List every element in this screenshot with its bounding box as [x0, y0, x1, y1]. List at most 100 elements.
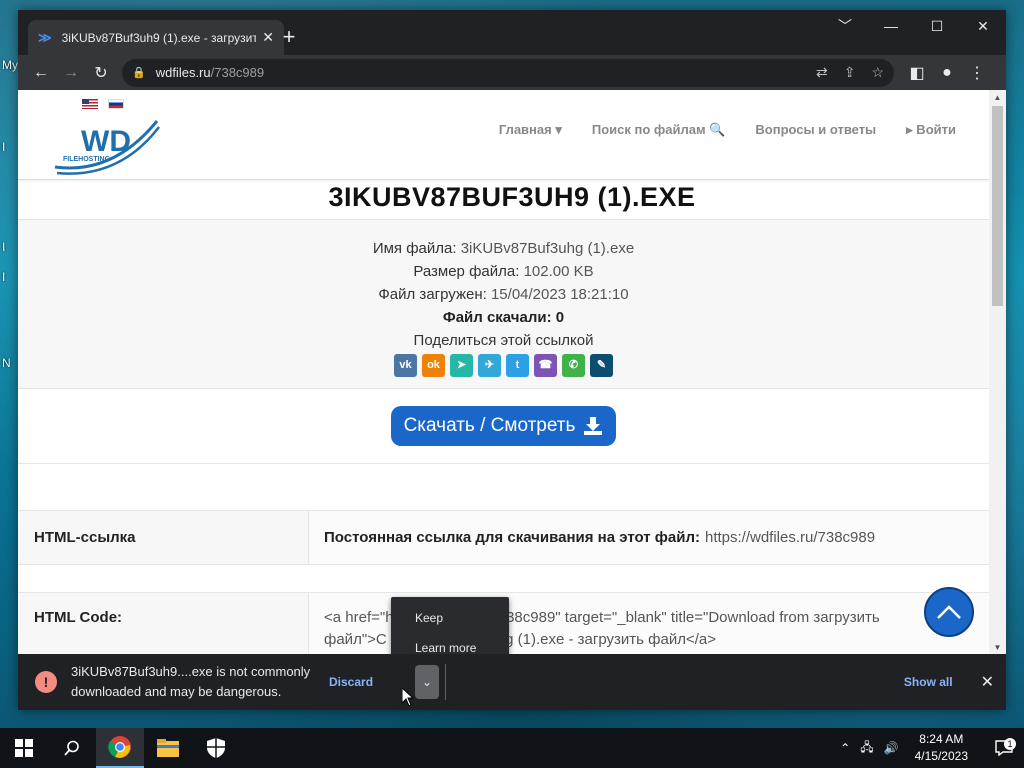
system-tray: ⌃ 🖧 🔊 8:24 AM 4/15/2023 1	[840, 731, 1024, 765]
security-button[interactable]	[192, 728, 240, 768]
desktop-icon-label[interactable]: I	[2, 270, 5, 284]
chevron-down-icon[interactable]: ⌄	[415, 665, 440, 699]
lock-icon[interactable]: 🔒	[132, 66, 146, 79]
language-flags	[82, 99, 124, 109]
chrome-taskbar-button[interactable]	[96, 728, 144, 768]
profile-icon[interactable]: ●	[932, 58, 962, 88]
share-icon[interactable]: ⇪	[844, 64, 856, 81]
file-name-value: 3iKUBv87Buf3uhg (1).exe	[460, 240, 635, 257]
menu-kebab-icon[interactable]: ⋮	[962, 58, 992, 88]
search-icon	[64, 740, 79, 756]
forward-button[interactable]: →	[56, 58, 86, 88]
scrollbar-thumb[interactable]	[992, 106, 1003, 306]
upload-date-label: Файл загружен:	[378, 286, 487, 303]
livejournal-share-icon[interactable]: ✎	[590, 354, 613, 377]
back-button[interactable]: ←	[26, 58, 56, 88]
twitter-share-icon[interactable]: t	[506, 354, 529, 377]
viber-share-icon[interactable]: ☎	[534, 354, 557, 377]
tab-search-button[interactable]: ﹀	[822, 10, 868, 42]
nav-search[interactable]: Поиск по файлам 🔍	[592, 122, 726, 138]
row-key: HTML-ссылка	[18, 511, 309, 564]
upload-date-value: 15/04/2023 18:21:10	[490, 286, 629, 303]
nav-home[interactable]: Главная ▾	[499, 122, 562, 138]
download-button[interactable]: Скачать / Смотреть	[390, 406, 617, 446]
scroll-up-arrow-icon[interactable]: ▲	[989, 90, 1006, 104]
chevron-up-icon	[937, 605, 961, 619]
scroll-down-arrow-icon[interactable]: ▼	[989, 640, 1006, 654]
minimize-button[interactable]: —	[868, 10, 914, 42]
table-row: HTML-ссылка Постоянная ссылка для скачив…	[18, 510, 989, 564]
download-button-label: Скачать / Смотреть	[403, 415, 576, 436]
scroll-to-top-button[interactable]	[924, 587, 974, 637]
mouse-cursor-icon	[402, 688, 414, 706]
clock-time: 8:24 AM	[919, 732, 964, 746]
odnoklassniki-share-icon[interactable]: ok	[422, 354, 445, 377]
menu-item-keep[interactable]: Keep	[391, 603, 509, 633]
moimir-share-icon[interactable]: ➤	[450, 354, 473, 377]
chrome-icon	[108, 736, 131, 758]
row-value: Постоянная ссылка для скачивания на этот…	[309, 511, 989, 564]
flag-ru-icon[interactable]	[108, 99, 124, 109]
nav-login[interactable]: ▸ Войти	[906, 122, 956, 138]
whatsapp-share-icon[interactable]: ✆	[562, 354, 585, 377]
vk-share-icon[interactable]: vk	[394, 354, 417, 377]
file-info-panel: Имя файла: 3iKUBv87Buf3uhg (1).exe Разме…	[18, 219, 989, 389]
warning-line: 3iKUBv87Buf3uh9....exe is not commonly	[71, 664, 311, 679]
permalink-label: Постоянная ссылка для скачивания на этот…	[324, 529, 700, 546]
site-favicon-icon: ≫	[38, 29, 52, 45]
file-name-label: Имя файла:	[372, 240, 457, 257]
downloads-label: Файл скачали:	[442, 309, 552, 326]
new-tab-button[interactable]: +	[276, 24, 302, 50]
show-all-button[interactable]: Show all	[904, 675, 953, 689]
warning-icon: !	[35, 671, 57, 693]
flag-us-icon[interactable]	[82, 99, 98, 109]
discard-button[interactable]: Discard	[329, 675, 373, 689]
side-panel-icon[interactable]: ◧	[902, 58, 932, 88]
desktop-icon-label[interactable]: N	[2, 356, 11, 370]
clock[interactable]: 8:24 AM 4/15/2023	[909, 731, 974, 765]
volume-icon[interactable]: 🔊	[884, 741, 899, 755]
tray-overflow-icon[interactable]: ⌃	[840, 741, 850, 755]
tab-title: 3iKUBv87Buf3uh9 (1).exe - загрузить файл	[61, 30, 257, 45]
network-icon[interactable]: 🖧	[860, 738, 873, 759]
url-host: wdfiles.ru	[155, 65, 211, 80]
browser-window: ≫ 3iKUBv87Buf3uh9 (1).exe - загрузить фа…	[18, 10, 1006, 710]
download-shelf: ! 3iKUBv87Buf3uh9....exe is not commonly…	[18, 654, 1006, 710]
folder-icon	[157, 739, 179, 757]
page-title: 3IKUBV87BUF3UH9 (1).EXE	[328, 182, 696, 212]
notification-count: 1	[1004, 738, 1016, 750]
tab-strip: ≫ 3iKUBv87Buf3uh9 (1).exe - загрузить фа…	[18, 10, 1006, 55]
close-tab-icon[interactable]: ✕	[262, 29, 274, 46]
share-buttons: vk ok ➤ ✈ t ☎ ✆ ✎	[18, 354, 989, 377]
nav-faq[interactable]: Вопросы и ответы	[755, 122, 876, 138]
page-viewport: WD FILEHOSTING Главная ▾ Поиск по файлам…	[18, 90, 1006, 654]
start-button[interactable]	[0, 728, 48, 768]
page-scrollbar[interactable]: ▲ ▼	[989, 90, 1006, 654]
bookmark-star-icon[interactable]: ☆	[871, 64, 884, 81]
row-key: HTML Code:	[18, 593, 309, 654]
search-button[interactable]	[48, 728, 96, 768]
browser-tab[interactable]: ≫ 3iKUBv87Buf3uh9 (1).exe - загрузить фа…	[28, 20, 284, 55]
desktop-icon-label[interactable]: My	[2, 58, 18, 72]
notification-center-button[interactable]: 1	[984, 738, 1024, 756]
maximize-button[interactable]: ☐	[914, 10, 960, 42]
file-size-label: Размер файла:	[413, 263, 520, 280]
close-window-button[interactable]: ✕	[960, 10, 1006, 42]
site-header: WD FILEHOSTING Главная ▾ Поиск по файлам…	[18, 90, 1006, 180]
address-bar[interactable]: 🔒 wdfiles.ru/738c989 ⇄ ⇪ ☆	[122, 58, 894, 87]
desktop-icon-label[interactable]: I	[2, 240, 5, 254]
telegram-share-icon[interactable]: ✈	[478, 354, 501, 377]
shield-icon	[207, 738, 225, 758]
site-logo[interactable]: WD FILEHOSTING	[53, 115, 163, 179]
window-controls: ﹀ — ☐ ✕	[822, 10, 1006, 42]
windows-logo-icon	[15, 739, 33, 757]
translate-icon[interactable]: ⇄	[816, 64, 828, 81]
reload-button[interactable]: ↻	[86, 58, 116, 88]
close-shelf-icon[interactable]: ✕	[981, 672, 994, 692]
share-label: Поделиться этой ссылкой	[413, 332, 594, 349]
download-icon	[584, 417, 603, 435]
desktop-icon-label[interactable]: I	[2, 140, 5, 154]
permalink-url[interactable]: https://wdfiles.ru/738c989	[705, 529, 875, 546]
file-explorer-button[interactable]	[144, 728, 192, 768]
downloads-count: 0	[555, 309, 565, 326]
